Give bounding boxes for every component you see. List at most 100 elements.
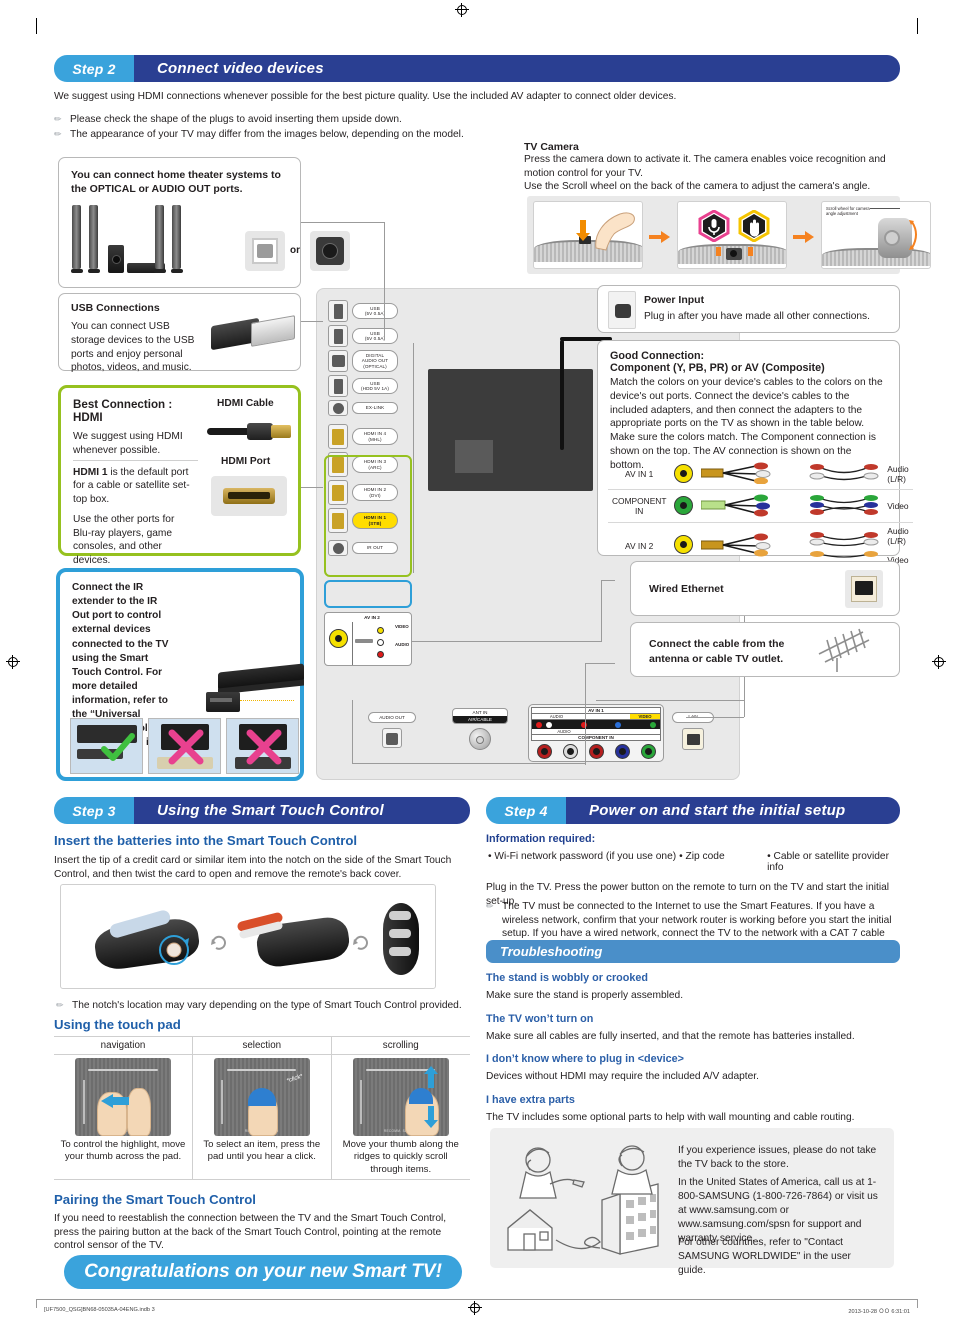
usb-text: You can connect USB storage devices to t… (71, 321, 195, 374)
av-cable-illustration (697, 459, 805, 490)
av-row-right-label: Audio (L/R) (887, 526, 909, 546)
step4-number: Step 4 (486, 797, 566, 824)
home-theater-callout: You can connect home theater systems to … (58, 157, 350, 288)
guide-line-3 (301, 321, 323, 322)
congratulations-banner: Congratulations on your new Smart TV! (64, 1255, 462, 1289)
step4-title: Power on and start the initial setup (566, 797, 900, 824)
hdmi-cable-label: HDMI Cable (217, 398, 274, 409)
step3-header: Step 3 Using the Smart Touch Control (54, 797, 470, 824)
hdmi-socket-icon (328, 424, 348, 449)
rca-jack-white (562, 744, 578, 759)
wired-ethernet-callout: Wired Ethernet (630, 561, 900, 616)
step2-note-1: ✏ The appearance of your TV may differ f… (54, 128, 754, 142)
guide-line-15 (596, 700, 744, 701)
info-item-2: • Cable or satellite provider info (767, 851, 889, 873)
step3-pairing-text: If you need to reestablish the connectio… (54, 1213, 447, 1252)
step3-number: Step 3 (54, 797, 134, 824)
exlink-socket-icon (328, 400, 348, 416)
page-root: Step 2 Connect video devices We suggest … (0, 0, 954, 1329)
guide-line-7 (601, 580, 602, 642)
guide-line-14 (686, 717, 744, 718)
hdmi-group-highlight (324, 455, 412, 577)
tv-camera-section: TV Camera Press the camera down to activ… (524, 141, 900, 194)
troubleshooting-q-3: I have extra parts (486, 1093, 575, 1106)
wired-ethernet-text: Wired Ethernet (649, 583, 724, 595)
touchpad-image-row: RECOMM. SEARCH RECOMM. SEARCH (54, 1054, 470, 1136)
guide-line-5 (413, 343, 414, 573)
support-box: If you experience issues, please do not … (490, 1128, 894, 1276)
port-audio-out: AUDIO OUT (368, 712, 416, 758)
camera-arrow-1 (649, 230, 671, 249)
touchpad-selection-image: RECOMM. SEARCH *click* (192, 1054, 332, 1136)
av-in2-adapter-illustration (355, 625, 395, 661)
step2-title: Connect video devices (134, 55, 900, 82)
coax-connector-icon (469, 728, 491, 750)
power-input-text: Plug in after you have made all other co… (644, 311, 870, 322)
rca-jack-green (640, 744, 656, 759)
av-in2-title: AV IN 2 (364, 615, 380, 620)
support-illustration (507, 1145, 659, 1255)
good-connection-text: Match the colors on your device's cables… (610, 377, 883, 471)
ir-extender-illustration (200, 660, 304, 718)
usb-drive-illustration (211, 315, 297, 354)
step3-note-text: The notch's location may vary depending … (72, 1000, 462, 1011)
ir-placement-good (70, 718, 143, 774)
component-in-label: COMPONENT IN (578, 735, 614, 740)
port-usb-1: USB (5V 0.5A) (328, 300, 416, 322)
touchpad-click-label: *click* (286, 1073, 305, 1085)
scroll-wheel-caption: Scroll wheel for camera angle adjustment (826, 206, 870, 217)
av-row-label: COMPONENT IN (608, 489, 671, 523)
troubleshooting-a-3: The TV includes some optional parts to h… (486, 1111, 855, 1123)
registration-mark-top (455, 3, 469, 17)
ir-placement-bad-1 (148, 718, 221, 774)
av-in2-video-label: VIDEO (395, 624, 409, 629)
remote-battery-illustration (60, 884, 436, 989)
step2-note-1-text: The appearance of your TV may differ fro… (70, 129, 464, 140)
usb-socket-icon (328, 300, 348, 322)
support-text-0: If you experience issues, please do not … (678, 1145, 877, 1171)
video-label: VIDEO (630, 714, 660, 719)
port-digital-audio-out: DIGITAL AUDIO OUT (OPTICAL) (328, 350, 416, 372)
table-row: AV IN 1 Audio (L/R) (608, 459, 913, 490)
av-in2-yellow-jack (329, 629, 348, 648)
rca-jack-yellow (674, 535, 694, 554)
table-row: COMPONENT IN Video (608, 489, 913, 523)
home-theater-illustration (69, 205, 189, 279)
step4-info-list: • Wi-Fi network password (if you use one… (488, 851, 902, 873)
step3-title: Using the Smart Touch Control (134, 797, 470, 824)
pencil-icon: ✏ (56, 1000, 64, 1010)
port-usb-hdd: USB (HDD 5V 1A) (328, 375, 416, 397)
tv-panel-highlight (455, 440, 493, 473)
touchpad-caption-0: To control the highlight, move your thum… (54, 1136, 193, 1181)
av-row-right-label: Video (883, 489, 913, 523)
power-input-title: Power Input (644, 294, 705, 306)
step2-header: Step 2 Connect video devices (54, 55, 900, 82)
home-theater-or-label: or (290, 245, 300, 256)
troubleshooting-q-1: The TV won’t turn on (486, 1012, 594, 1025)
air-cable-label: AIR/CABLE (453, 716, 507, 723)
footer-rule (36, 1299, 918, 1300)
touchpad-caption-row: To control the highlight, move your thum… (54, 1136, 470, 1181)
touchpad-caption-2: Move your thumb along the ridges to quic… (330, 1136, 470, 1181)
port-label: USB (5V 0.5A) (352, 302, 398, 320)
bottom-ports-strip: AUDIO OUT ANT IN AIR/CABLE AV IN 1 AUDIO (360, 700, 714, 762)
touchpad-navigation-image: RECOMM. SEARCH (54, 1055, 193, 1136)
rca-jack-yellow (674, 463, 694, 483)
step3-batteries-heading: Insert the batteries into the Smart Touc… (54, 833, 358, 848)
optical-jack-icon (245, 231, 285, 271)
av-row-right-label: Audio (L/R) (887, 464, 909, 484)
hdmi-callout: Best Connection : HDMI We suggest using … (58, 385, 301, 566)
good-connection-callout: Good Connection: Component (Y, PB, PR) o… (597, 340, 913, 568)
power-outlet-icon (608, 291, 636, 329)
touchpad-col-navigation: navigation (54, 1036, 193, 1055)
rca-jack-red (536, 744, 552, 759)
hdmi-port-illustration (211, 476, 287, 516)
guide-line-2 (384, 222, 385, 340)
usb-callout: USB Connections You can connect USB stor… (58, 293, 301, 373)
rca-jack-blue (614, 744, 630, 759)
footer-left-text: [UF7500_QSG]BN68-05035A-04ENG.indb 3 (44, 1307, 155, 1313)
av-in2-audio-label: AUDIO (395, 642, 410, 647)
audio-out-jack-icon (310, 231, 350, 271)
touchpad-header-row: navigation selection scrolling (54, 1036, 470, 1055)
troubleshooting-a-2: Devices without HDMI may require the inc… (486, 1071, 759, 1083)
